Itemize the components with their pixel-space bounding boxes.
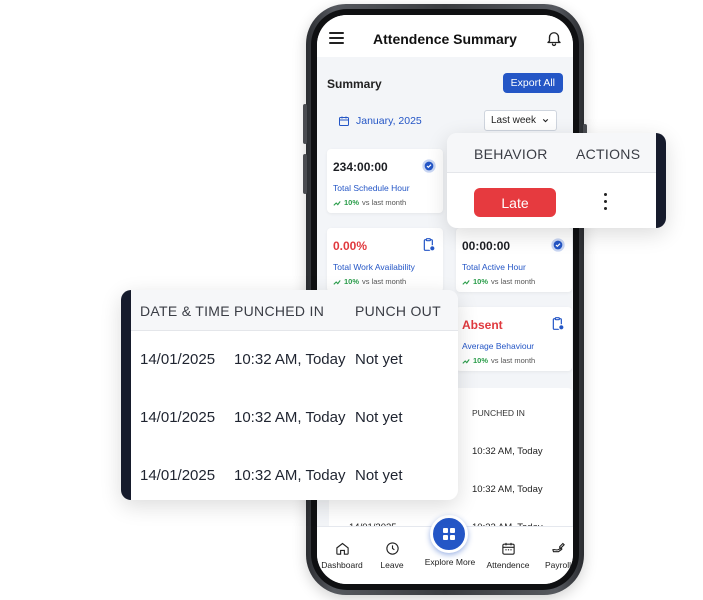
stat-trend-percent: 10% — [344, 198, 360, 207]
stat-trend-percent: 10% — [473, 356, 489, 365]
stat-trend: 10% vs last month — [333, 198, 406, 207]
column-header-punch-out: PUNCH OUT — [355, 303, 441, 319]
table-cell-out: Not yet — [355, 467, 403, 484]
export-all-button[interactable]: Export All — [502, 73, 563, 93]
stat-trend-text: vs last month — [362, 277, 407, 286]
stat-trend-percent: 10% — [344, 277, 360, 286]
trend-up-icon — [333, 279, 341, 285]
column-header-punched-in: PUNCHED IN — [234, 303, 325, 319]
date-picker[interactable]: January, 2025 — [338, 115, 422, 127]
column-header-actions: ACTIONS — [576, 146, 641, 162]
stat-value: 0.00% — [333, 239, 368, 253]
nav-payroll[interactable]: Payroll — [535, 541, 573, 570]
clipboard-clock-icon — [552, 317, 565, 331]
table-cell: 10:32 AM, Today — [472, 446, 543, 457]
nav-label: Explore More — [424, 557, 476, 567]
behavior-card: BEHAVIOR ACTIONS Late — [447, 133, 666, 228]
trend-up-icon — [462, 358, 470, 364]
trend-up-icon — [462, 279, 470, 285]
card-accent-bar — [656, 133, 666, 228]
stat-trend-text: vs last month — [491, 277, 536, 286]
grid-icon — [443, 528, 455, 540]
card-accent-bar — [121, 290, 131, 500]
stat-label: Average Behaviour — [462, 341, 535, 351]
bottom-navigation: Dashboard Leave Explore More Attendence … — [317, 515, 573, 584]
stat-label: Total Work Availability — [333, 262, 415, 272]
column-header-date-time: DATE & TIME — [140, 303, 230, 319]
range-select[interactable]: Last week — [483, 110, 557, 131]
behavior-card-header: BEHAVIOR ACTIONS — [447, 133, 656, 173]
column-header-punched-in: PUNCHED IN — [472, 408, 525, 418]
stat-trend-percent: 10% — [473, 277, 489, 286]
nav-label: Dashboard — [321, 560, 363, 570]
range-select-value: Last week — [490, 115, 536, 126]
table-cell-date: 14/01/2025 — [140, 467, 216, 484]
column-header-behavior: BEHAVIOR — [474, 146, 548, 162]
late-status-badge[interactable]: Late — [474, 188, 556, 217]
table-cell-date: 14/01/2025 — [140, 409, 216, 426]
calendar-icon — [501, 542, 515, 555]
nav-attendence[interactable]: Attendence — [485, 541, 531, 570]
phone-volume-button — [303, 104, 307, 144]
app-header: Attendence Summary — [317, 15, 573, 57]
stat-card-behaviour: Absent Average Behaviour 10% vs last mon… — [456, 307, 572, 371]
payroll-icon — [551, 542, 565, 553]
trend-up-icon — [333, 200, 341, 206]
stat-value: Absent — [462, 318, 503, 332]
nav-label: Attendence — [486, 560, 530, 570]
verified-badge-icon — [551, 238, 565, 252]
stat-label: Total Active Hour — [462, 262, 526, 272]
page-title: Attendence Summary — [373, 31, 517, 47]
clock-icon — [385, 542, 399, 555]
explore-more-button[interactable] — [430, 515, 468, 553]
more-options-icon[interactable] — [604, 193, 608, 211]
table-cell-out: Not yet — [355, 351, 403, 368]
table-cell-out: Not yet — [355, 409, 403, 426]
phone-volume-button — [303, 154, 307, 194]
table-cell-in: 10:32 AM, Today — [234, 409, 346, 426]
chevron-down-icon — [542, 118, 549, 123]
nav-label: Payroll — [545, 560, 571, 570]
stat-card-availability: 0.00% Total Work Availability 10% vs las… — [327, 228, 443, 292]
stat-trend-text: vs last month — [491, 356, 536, 365]
stat-value: 00:00:00 — [462, 239, 511, 253]
table-cell-date: 14/01/2025 — [140, 351, 216, 368]
stat-card-active-hour: 00:00:00 Total Active Hour 10% vs last m… — [456, 228, 572, 292]
nav-leave[interactable]: Leave — [369, 541, 415, 570]
stat-trend: 10% vs last month — [333, 277, 406, 286]
calendar-icon — [339, 116, 349, 126]
table-cell-in: 10:32 AM, Today — [234, 351, 346, 368]
stat-trend: 10% vs last month — [462, 356, 535, 365]
clipboard-clock-icon — [423, 238, 436, 252]
stat-label: Total Schedule Hour — [333, 183, 410, 193]
bell-icon[interactable] — [545, 29, 563, 47]
nav-dashboard[interactable]: Dashboard — [319, 541, 365, 570]
stat-trend: 10% vs last month — [462, 277, 535, 286]
punch-card: DATE & TIME PUNCHED IN PUNCH OUT 14/01/2… — [121, 290, 458, 500]
table-cell: 10:32 AM, Today — [472, 484, 543, 495]
table-cell-in: 10:32 AM, Today — [234, 467, 346, 484]
home-icon — [335, 542, 349, 555]
selected-month: January, 2025 — [356, 115, 422, 127]
summary-heading: Summary — [327, 77, 382, 91]
verified-badge-icon — [422, 159, 436, 173]
stat-trend-text: vs last month — [362, 198, 407, 207]
stat-card-schedule: 234:00:00 Total Schedule Hour 10% vs las… — [327, 149, 443, 213]
stat-value: 234:00:00 — [333, 160, 388, 174]
nav-label: Leave — [380, 560, 404, 570]
